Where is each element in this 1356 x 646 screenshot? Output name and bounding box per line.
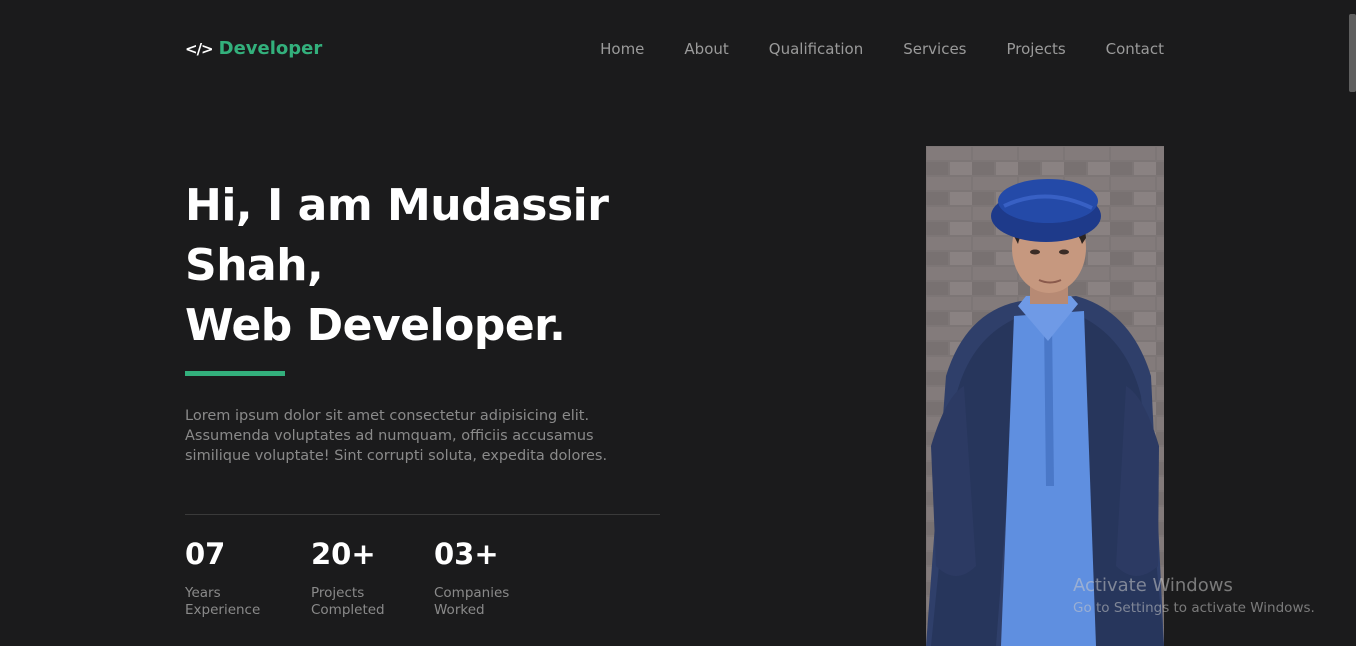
- nav-link-contact[interactable]: Contact: [1106, 39, 1164, 59]
- hero-title: Hi, I am Mudassir Shah, Web Developer.: [185, 176, 609, 356]
- hero-description: Lorem ipsum dolor sit amet consectetur a…: [185, 408, 608, 464]
- stat-projects: 20+ Projects Completed: [311, 536, 434, 619]
- stat-label: Projects Completed: [311, 585, 385, 618]
- stat-companies: 03+ Companies Worked: [434, 536, 554, 619]
- stat-label: Years Experience: [185, 585, 261, 618]
- stats: 07 Years Experience 20+ Projects Complet…: [185, 536, 554, 619]
- profile-photo: [926, 146, 1164, 646]
- page-scrollbar[interactable]: [1348, 0, 1356, 646]
- nav-link-services[interactable]: Services: [903, 39, 966, 59]
- profile-photo-illustration: [926, 146, 1164, 646]
- hero-title-line: Shah,: [185, 240, 324, 291]
- watermark-subtitle: Go to Settings to activate Windows.: [1073, 600, 1315, 616]
- main-nav: Home About Qualification Services Projec…: [600, 39, 1164, 59]
- page: </> Developer Home About Qualification S…: [0, 0, 1356, 646]
- logo-text: Developer: [218, 38, 323, 59]
- scrollbar-thumb[interactable]: [1349, 14, 1356, 92]
- code-icon: </>: [185, 40, 214, 58]
- stat-experience: 07 Years Experience: [185, 536, 311, 619]
- windows-activation-watermark: Activate Windows Go to Settings to activ…: [1073, 574, 1315, 618]
- stat-value: 03+: [434, 537, 499, 571]
- hero-title-line: Web Developer.: [185, 300, 566, 351]
- nav-link-about[interactable]: About: [684, 39, 728, 59]
- nav-link-home[interactable]: Home: [600, 39, 644, 59]
- logo[interactable]: </> Developer: [185, 37, 322, 61]
- hero-title-line: Hi, I am Mudassir: [185, 180, 609, 231]
- nav-link-projects[interactable]: Projects: [1007, 39, 1066, 59]
- stat-value: 07: [185, 537, 226, 571]
- nav-link-qualification[interactable]: Qualification: [769, 39, 863, 59]
- stats-divider: [185, 514, 660, 515]
- watermark-title: Activate Windows: [1073, 575, 1233, 596]
- stat-label: Companies Worked: [434, 585, 510, 618]
- accent-underline: [185, 371, 285, 376]
- stat-value: 20+: [311, 537, 376, 571]
